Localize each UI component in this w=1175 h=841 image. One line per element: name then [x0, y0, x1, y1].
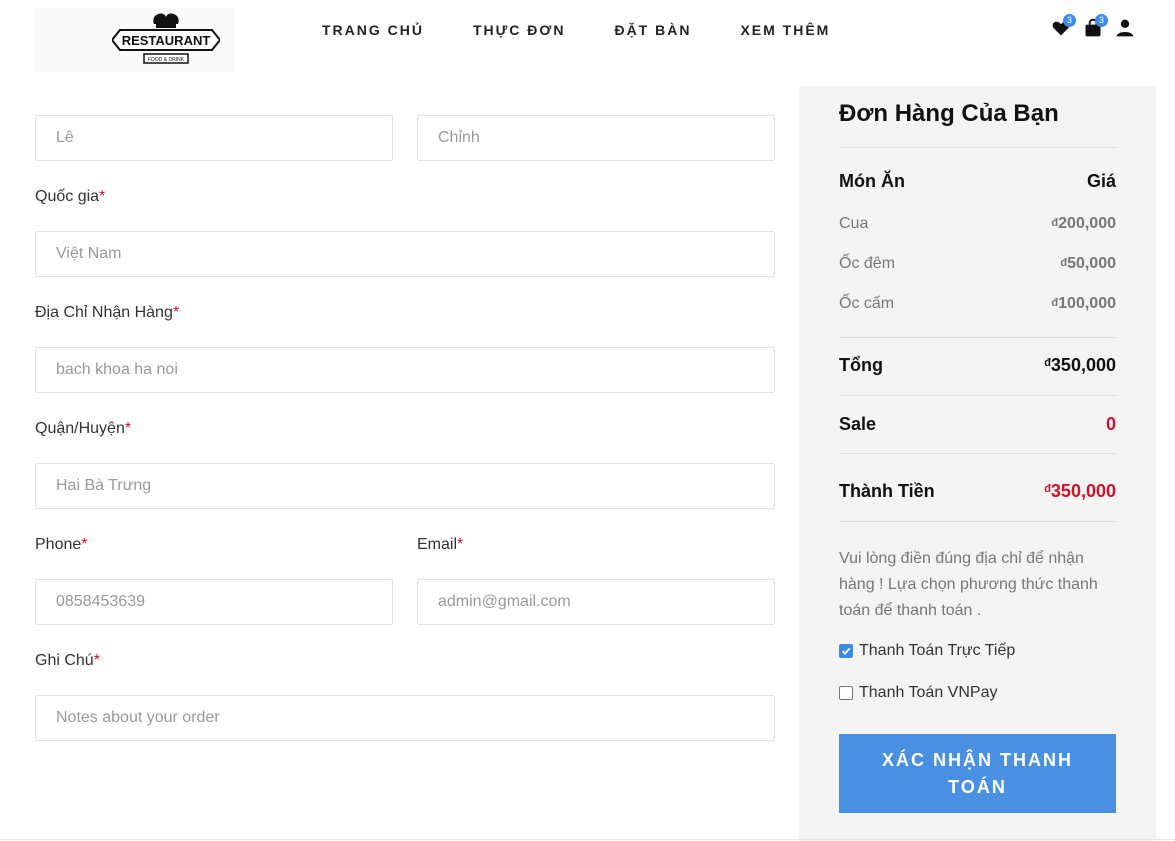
header-icons: 3 3: [1051, 14, 1147, 38]
nav-more[interactable]: XEM THÊM: [740, 22, 830, 38]
confirm-payment-button[interactable]: XÁC NHẬN THANH TOÁN: [839, 734, 1116, 813]
country-label: Quốc gia*: [35, 188, 106, 205]
checkbox-checked[interactable]: [839, 644, 853, 658]
first-name-input[interactable]: [417, 115, 775, 161]
logo-area[interactable]: RESTAURANT FOOD & DRINK: [35, 8, 235, 72]
total-value: đ350,000: [1044, 355, 1116, 375]
district-label: Quận/Huyện*: [35, 420, 132, 437]
item-name: Ốc đêm: [839, 255, 896, 272]
sale-label: Sale: [839, 414, 877, 434]
wishlist-count-badge: 3: [1063, 14, 1076, 27]
check-icon: [841, 647, 851, 655]
svg-text:RESTAURANT: RESTAURANT: [122, 33, 211, 48]
phone-label: Phone*: [35, 536, 88, 553]
sale-row: Sale 0: [839, 414, 1116, 435]
order-note-input[interactable]: [35, 695, 775, 741]
site-header: RESTAURANT FOOD & DRINK TRANG CHỦ THỰC Đ…: [0, 0, 1175, 80]
checkbox-unchecked[interactable]: [839, 686, 853, 700]
order-instruction-note: Vui lòng điền đúng địa chỉ để nhận hàng …: [839, 550, 1098, 619]
item-name: Ốc cấm: [839, 295, 895, 312]
final-total-row: Thành Tiền đ350,000: [839, 481, 1116, 502]
cart-button[interactable]: 3: [1083, 14, 1108, 38]
col-item-header: Món Ăn: [839, 171, 905, 191]
item-price: đ50,000: [1060, 255, 1116, 272]
address-label: Địa Chỉ Nhận Hàng*: [35, 304, 180, 321]
order-header-row: Món Ăn Giá: [839, 171, 1116, 192]
order-summary-panel: Đơn Hàng Của Bạn Món Ăn Giá Cua đ200,000…: [799, 86, 1156, 841]
order-item-row: Ốc đêm đ50,000: [839, 255, 1116, 273]
svg-text:FOOD & DRINK: FOOD & DRINK: [148, 57, 185, 63]
nav-home[interactable]: TRANG CHỦ: [322, 22, 424, 38]
main-nav: TRANG CHỦ THỰC ĐƠN ĐẶT BÀN XEM THÊM: [322, 22, 879, 38]
col-price-header: Giá: [1086, 171, 1116, 191]
total-row: Tổng đ350,000: [839, 355, 1116, 376]
divider: [839, 395, 1116, 396]
email-label: Email*: [417, 536, 464, 553]
wishlist-button[interactable]: 3: [1051, 14, 1076, 38]
email-input[interactable]: [417, 579, 775, 625]
order-item-row: Cua đ200,000: [839, 215, 1116, 233]
note-label: Ghi Chú*: [35, 652, 100, 669]
total-label: Tổng: [839, 355, 883, 375]
address-input[interactable]: [35, 347, 775, 393]
final-total-value: đ350,000: [1044, 481, 1116, 501]
cart-count-badge: 3: [1095, 14, 1108, 27]
page-bottom-border: [0, 839, 1175, 840]
order-item-row: Ốc cấm đ100,000: [839, 295, 1116, 313]
divider: [839, 521, 1116, 522]
user-icon: [1116, 19, 1134, 37]
nav-reservation[interactable]: ĐẶT BÀN: [614, 22, 691, 38]
divider: [839, 147, 1116, 148]
final-total-label: Thành Tiền: [839, 481, 935, 501]
sale-value: 0: [1105, 414, 1116, 434]
district-input[interactable]: [35, 463, 775, 509]
restaurant-logo: RESTAURANT FOOD & DRINK: [112, 13, 220, 64]
item-price: đ200,000: [1051, 215, 1116, 232]
country-input[interactable]: [35, 231, 775, 277]
divider: [839, 337, 1116, 338]
item-price: đ100,000: [1051, 295, 1116, 312]
order-title: Đơn Hàng Của Bạn: [839, 100, 1059, 127]
last-name-input[interactable]: [35, 115, 393, 161]
phone-input[interactable]: [35, 579, 393, 625]
payment-option-direct[interactable]: Thanh Toán Trực Tiếp: [839, 642, 1015, 660]
divider: [839, 453, 1116, 454]
payment-option-vnpay[interactable]: Thanh Toán VNPay: [839, 684, 997, 702]
account-button[interactable]: [1115, 18, 1135, 38]
payment-option-label: Thanh Toán VNPay: [859, 684, 998, 701]
nav-menu[interactable]: THỰC ĐƠN: [473, 22, 565, 38]
payment-option-label: Thanh Toán Trực Tiếp: [859, 642, 1016, 659]
item-name: Cua: [839, 215, 869, 232]
